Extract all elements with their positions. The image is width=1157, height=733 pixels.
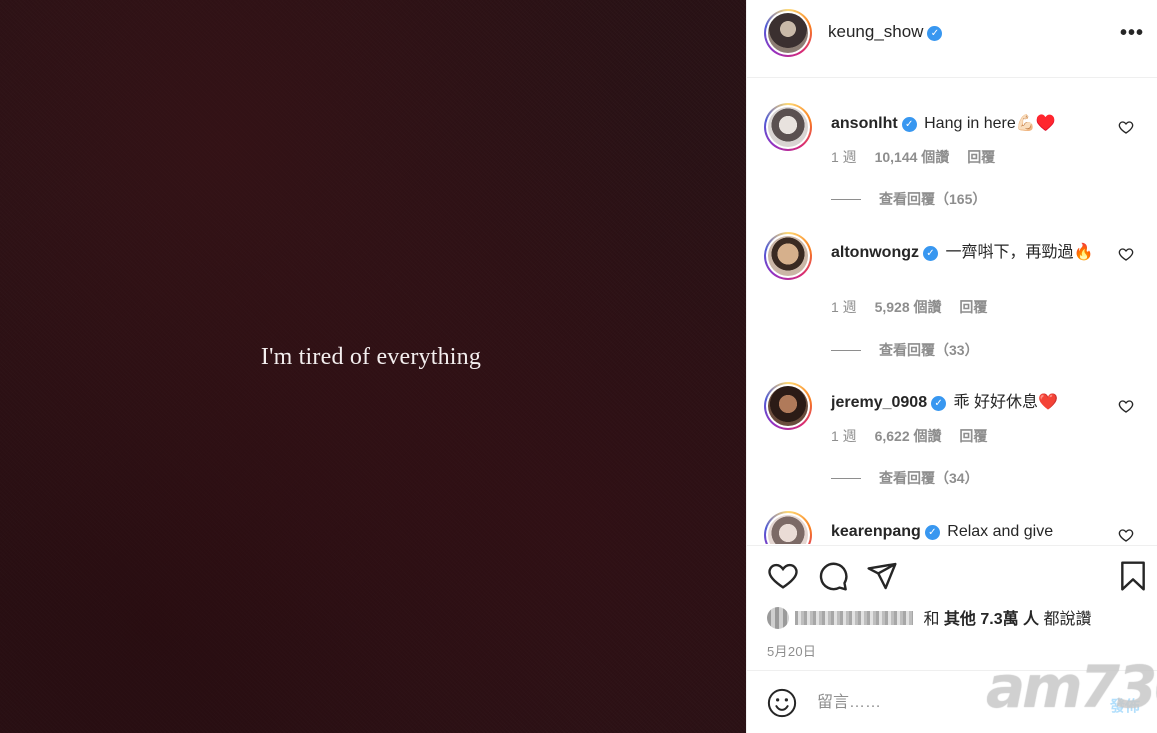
divider: [831, 199, 861, 200]
comment-likes[interactable]: 10,144 個讚: [875, 149, 950, 165]
comment-body: Hang in here💪🏻♥️: [924, 115, 1056, 132]
owner-username[interactable]: keung_show ✓: [828, 22, 943, 42]
view-replies-button[interactable]: 查看回覆（33）: [831, 340, 979, 360]
verified-badge-icon: ✓: [931, 396, 947, 411]
comment-time[interactable]: 1 週: [831, 299, 857, 315]
comment-username[interactable]: ansonlht: [831, 115, 898, 132]
am730-watermark-logo: am730: [986, 653, 1157, 721]
share-send-icon[interactable]: [866, 560, 898, 592]
likes-count-link[interactable]: 其他 7.3萬 人: [944, 611, 1039, 628]
comment-time[interactable]: 1 週: [831, 149, 857, 165]
likes-summary: 和 其他 7.3萬 人 都說讚: [767, 605, 1092, 629]
view-replies-button[interactable]: 查看回覆（165）: [831, 189, 986, 209]
comment-body: 一齊唞下，再勁過🔥: [945, 244, 1094, 261]
avatar[interactable]: [764, 382, 812, 430]
view-replies-button[interactable]: 查看回覆（34）: [831, 468, 979, 488]
post-actions: 和 其他 7.3萬 人 都說讚 5月20日: [747, 545, 1157, 669]
comment-username[interactable]: kearenpang: [831, 523, 921, 540]
verified-badge-icon: ✓: [922, 246, 938, 261]
liker-name-blurred[interactable]: [795, 611, 913, 625]
emoji-smiley-icon[interactable]: [767, 688, 797, 718]
avatar[interactable]: [764, 232, 812, 280]
comment-body: 乖 好好休息❤️: [953, 394, 1058, 411]
verified-badge-icon: ✓: [927, 26, 943, 41]
comment-time[interactable]: 1 週: [831, 428, 857, 444]
comment-meta: 1 週 5,928 個讚 回覆: [831, 297, 1001, 317]
comment-meta: 1 週 10,144 個讚 回覆: [831, 147, 1009, 167]
post-image[interactable]: I'm tired of everything: [0, 0, 746, 733]
comment-bubble-icon[interactable]: [817, 560, 849, 592]
comment-like-heart-icon[interactable]: [1118, 119, 1134, 135]
comment-like-heart-icon[interactable]: [1118, 246, 1134, 262]
comment-text: kearenpang ✓ Relax and give: [831, 521, 1101, 543]
post-header: keung_show ✓ •••: [747, 0, 1157, 78]
more-options-icon[interactable]: •••: [1120, 22, 1144, 45]
verified-badge-icon: ✓: [924, 525, 940, 540]
image-caption-text: I'm tired of everything: [260, 344, 482, 370]
avatar[interactable]: [764, 511, 812, 544]
save-bookmark-icon[interactable]: [1117, 560, 1149, 592]
owner-avatar[interactable]: [764, 9, 812, 57]
comment-likes[interactable]: 5,928 個讚: [875, 299, 942, 315]
reply-button[interactable]: 回覆: [959, 428, 987, 444]
comment-body: Relax and give: [947, 523, 1054, 540]
reply-button[interactable]: 回覆: [959, 299, 987, 315]
avatar[interactable]: [764, 103, 812, 151]
comment-username[interactable]: jeremy_0908: [831, 394, 927, 411]
post-date[interactable]: 5月20日: [767, 641, 816, 660]
like-heart-icon[interactable]: [767, 560, 799, 592]
comment-text: jeremy_0908 ✓ 乖 好好休息❤️: [831, 392, 1101, 414]
reply-button[interactable]: 回覆: [967, 149, 995, 165]
comment-likes[interactable]: 6,622 個讚: [875, 428, 942, 444]
comment-text: ansonlht ✓ Hang in here💪🏻♥️: [831, 113, 1101, 135]
comment-meta: 1 週 6,622 個讚 回覆: [831, 426, 1001, 446]
comment-like-heart-icon[interactable]: [1118, 398, 1134, 414]
comment-username[interactable]: altonwongz: [831, 244, 919, 261]
liker-avatar[interactable]: [767, 607, 789, 629]
verified-badge-icon: ✓: [901, 117, 917, 132]
divider: [831, 478, 861, 479]
divider: [831, 350, 861, 351]
comment-text: altonwongz ✓ 一齊唞下，再勁過🔥: [831, 242, 1101, 264]
comment-like-heart-icon[interactable]: [1118, 527, 1134, 543]
post-side-panel: keung_show ✓ ••• ansonlht ✓ Hang in here💪🏻…: [746, 0, 1157, 733]
comments-list[interactable]: ansonlht ✓ Hang in here💪🏻♥️ 1 週 10,144 個讚…: [747, 79, 1157, 544]
